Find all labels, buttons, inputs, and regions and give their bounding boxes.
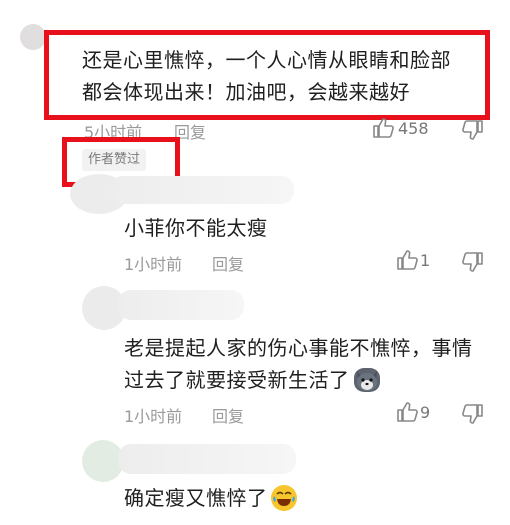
reply-button[interactable]: 回复 [212,251,244,275]
thumbs-up-icon[interactable] [396,250,418,270]
comment-text-4: 确定瘦又憔悴了 [124,482,297,514]
comment-time: 1小时前 [124,407,183,426]
username[interactable] [118,444,296,474]
like-count: 1 [420,251,431,270]
thumbs-up-icon[interactable] [372,118,394,138]
thumbs-down-icon[interactable] [462,252,484,272]
comment-text-line: 还是心里憔悴，一个人心情从眼睛和脸部 [82,48,451,72]
comment-time: 1小时前 [124,255,183,274]
comment-text-segment: 过去了就要接受新生活了 [124,368,350,392]
comment-text-line: 都会体现出来！加油吧，会越来越好 [82,80,410,104]
username[interactable] [110,176,294,204]
like-count: 9 [420,403,431,422]
comment-text-1: 还是心里憔悴，一个人心情从眼睛和脸部 都会体现出来！加油吧，会越来越好 [82,44,482,108]
thumbs-up-icon[interactable] [396,402,418,422]
wolf-emoji-icon [353,368,380,392]
comment-text-3: 老是提起人家的伤心事能不憔悴，事情 过去了就要接受新生活了 [124,332,504,396]
comment-text-2: 小菲你不能太瘦 [124,216,268,240]
laughing-emoji-icon [270,485,297,511]
comment-text-line: 老是提起人家的伤心事能不憔悴，事情 [124,336,473,360]
like-count: 458 [398,119,429,138]
thumbs-down-icon[interactable] [462,404,484,424]
thumbs-down-icon[interactable] [462,120,484,140]
author-liked-badge: 作者赞过 [82,149,147,171]
comment-text-segment: 确定瘦又憔悴了 [124,486,268,510]
avatar[interactable] [20,24,46,50]
username[interactable] [118,290,244,320]
reply-button[interactable]: 回复 [212,403,244,427]
comment-text-line: 过去了就要接受新生活了 [124,364,504,396]
